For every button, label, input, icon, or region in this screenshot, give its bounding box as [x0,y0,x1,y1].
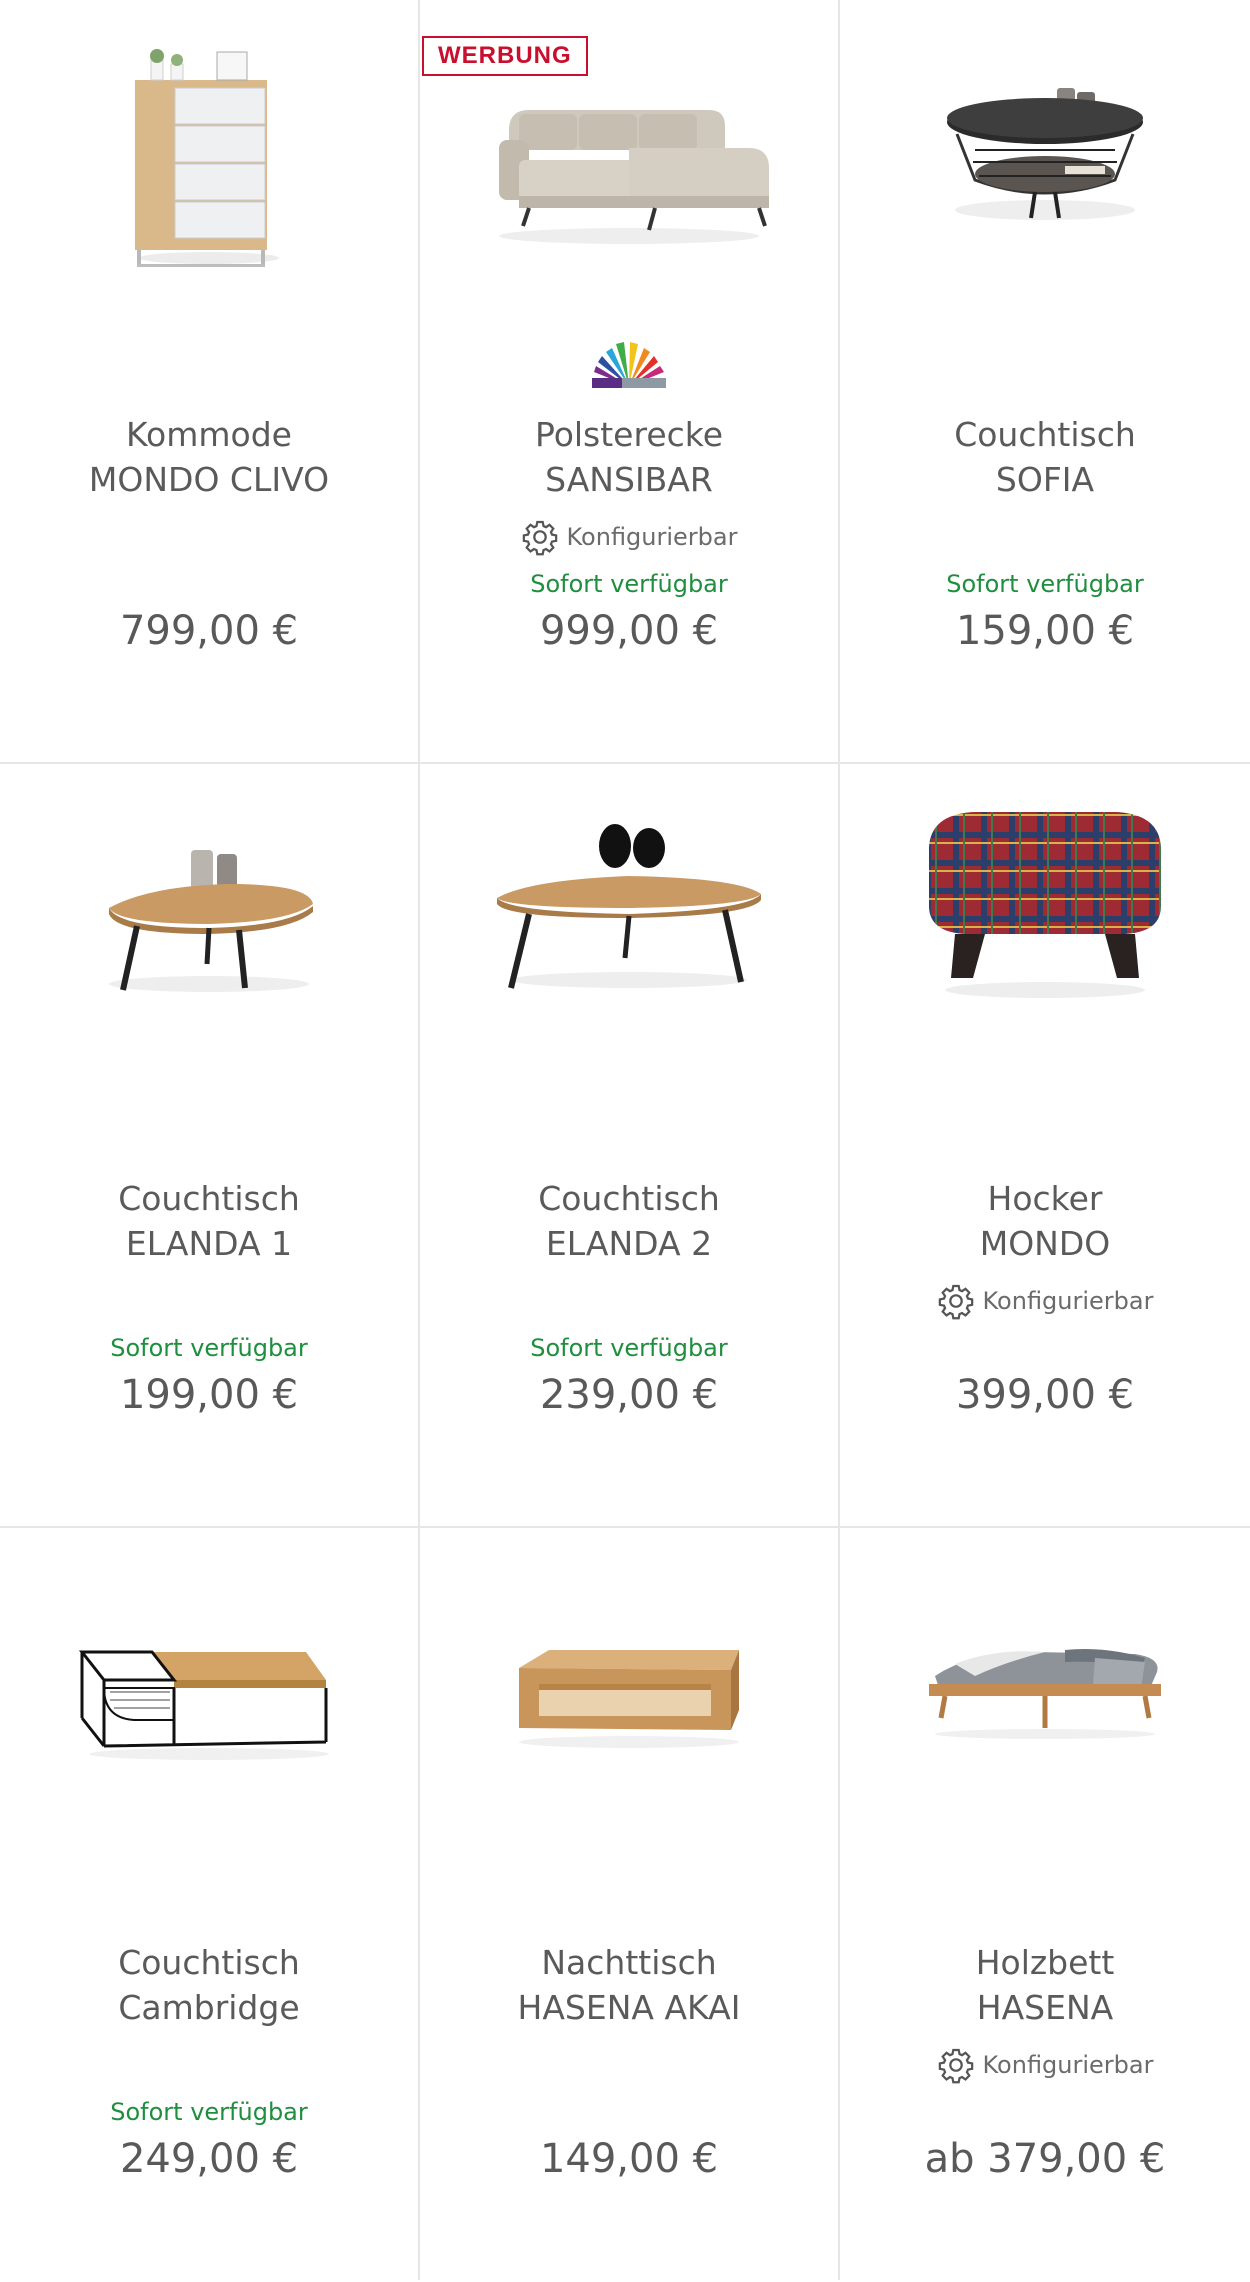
product-name-line1[interactable]: Couchtisch [420,1176,838,1221]
product-name-line2[interactable]: MONDO [840,1221,1250,1266]
product-name-line2[interactable]: ELANDA 1 [0,1221,418,1266]
product-price: 799,00 € [119,608,299,654]
product-price: 999,00 € [539,608,719,654]
product-card[interactable]: Hocker MONDO Konfigurierbar 399,00 € [840,764,1250,1526]
product-card[interactable]: WERBUNG Polsterecke SANSIBAR Konfigurier… [420,0,838,762]
configurable-text: Konfigurierbar [982,2051,1154,2079]
product-price: 159,00 € [955,608,1135,654]
gear-icon [937,2046,975,2084]
availability-status: Sofort verfügbar [946,570,1144,598]
availability-status: Sofort verfügbar [530,570,728,598]
product-name-line1[interactable]: Holzbett [840,1940,1250,1985]
product-card[interactable]: Kommode MONDO CLIVO 799,00 € [0,0,418,762]
product-price: ab 379,00 € [924,2136,1166,2182]
product-name-line1[interactable]: Nachttisch [420,1940,838,1985]
metal-frame-table-image[interactable] [0,1558,418,1888]
product-name-line1[interactable]: Kommode [0,412,418,457]
product-grid: Kommode MONDO CLIVO 799,00 € WERBUNG Pol… [0,0,1250,2282]
availability-status: Sofort verfügbar [110,1334,308,1362]
product-name-line1[interactable]: Hocker [840,1176,1250,1221]
color-fan-logo [420,338,838,398]
product-card[interactable]: Couchtisch SOFIA Sofort verfügbar 159,00… [840,0,1250,762]
product-name-line2[interactable]: SOFIA [840,457,1250,502]
dresser-image[interactable] [0,30,418,360]
gear-icon [521,518,559,556]
gear-icon [937,1282,975,1320]
product-card[interactable]: Couchtisch ELANDA 2 Sofort verfügbar 239… [420,764,838,1526]
product-price: 149,00 € [539,2136,719,2182]
product-name-line2[interactable]: Cambridge [0,1985,418,2030]
availability-status: Sofort verfügbar [530,1334,728,1362]
product-name-line1[interactable]: Couchtisch [840,412,1250,457]
product-name-line2[interactable]: SANSIBAR [420,457,838,502]
wooden-bed-image[interactable] [840,1558,1250,1888]
configurable-text: Konfigurierbar [982,1287,1154,1315]
product-name-line2[interactable]: HASENA AKAI [420,1985,838,2030]
product-name-line2[interactable]: HASENA [840,1985,1250,2030]
product-name-line2[interactable]: MONDO CLIVO [0,457,418,502]
product-name-line2[interactable]: ELANDA 2 [420,1221,838,1266]
product-name-line1[interactable]: Polsterecke [420,412,838,457]
plaid-stool-image[interactable] [840,794,1250,1124]
triangle-coffee-table-image[interactable] [420,794,838,1124]
configurable-label: Konfigurierbar [840,2046,1250,2084]
configurable-label: Konfigurierbar [840,1282,1250,1320]
sofa-image[interactable] [420,30,838,360]
round-coffee-table-image[interactable] [840,30,1250,360]
product-card[interactable]: Couchtisch ELANDA 1 Sofort verfügbar 199… [0,764,418,1526]
product-card[interactable]: Nachttisch HASENA AKAI 149,00 € [420,1528,838,2280]
configurable-label: Konfigurierbar [420,518,838,556]
product-card[interactable]: Couchtisch Cambridge Sofort verfügbar 24… [0,1528,418,2280]
wood-box-nightstand-image[interactable] [420,1558,838,1888]
product-card[interactable]: Holzbett HASENA Konfigurierbar ab 379,00… [840,1528,1250,2280]
product-price: 249,00 € [119,2136,299,2182]
product-name-line1[interactable]: Couchtisch [0,1176,418,1221]
product-price: 399,00 € [955,1372,1135,1418]
oval-coffee-table-image[interactable] [0,794,418,1124]
product-price: 199,00 € [119,1372,299,1418]
product-name-line1[interactable]: Couchtisch [0,1940,418,1985]
configurable-text: Konfigurierbar [566,523,738,551]
availability-status: Sofort verfügbar [110,2098,308,2126]
product-price: 239,00 € [539,1372,719,1418]
